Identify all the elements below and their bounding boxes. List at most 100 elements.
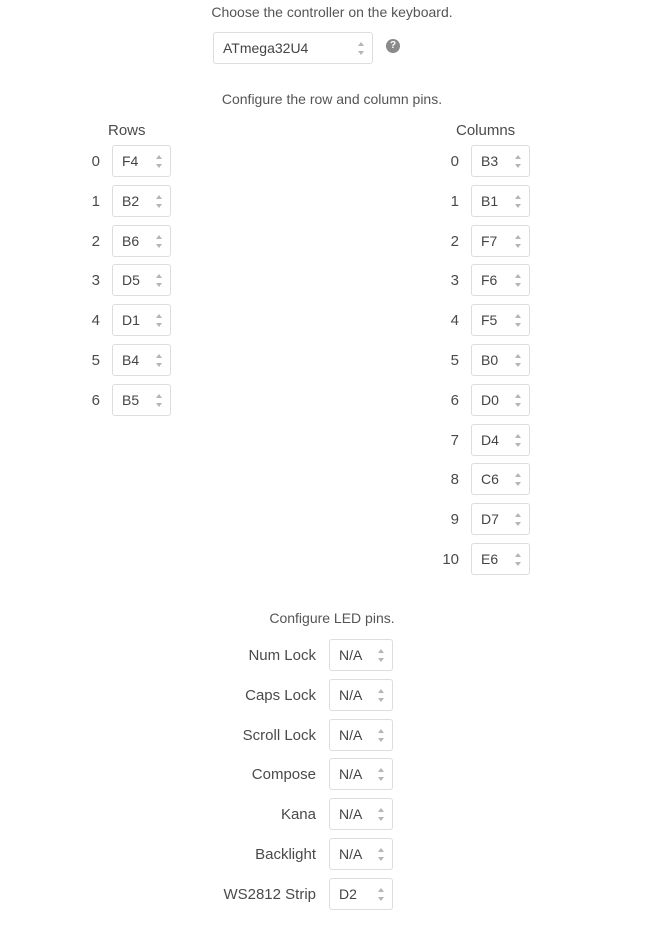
row-pin-select[interactable]: B2 [112,184,171,217]
column-pin-select[interactable]: C6 [471,463,530,496]
columns-heading: Columns [456,122,516,139]
column-pin-select[interactable]: B3 [471,145,530,177]
led-label: Num Lock [248,647,316,664]
led-label: WS2812 Strip [223,885,316,903]
led-pin-select[interactable]: N/A [329,639,393,671]
column-index: 6 [450,391,459,409]
column-pin-value: F5 [481,312,498,329]
column-pin-value: F6 [481,272,498,289]
column-pin-value: D0 [481,391,499,408]
select-arrows-icon [378,887,384,901]
select-arrows-icon [515,274,521,288]
select-arrows-icon [156,314,162,328]
column-index: 3 [450,272,459,290]
column-index: 1 [450,192,459,210]
column-pin-value: F7 [481,232,498,249]
select-arrows-icon [515,433,521,447]
led-pin-value: N/A [339,686,363,703]
select-arrows-icon [378,649,384,662]
column-pin-select[interactable]: B1 [471,184,530,217]
led-pin-select[interactable]: D2 [329,877,393,910]
column-index: 5 [450,352,459,369]
row-pin-value: B2 [122,192,140,209]
column-pin-select[interactable]: B0 [471,344,530,376]
column-pin-value: D7 [481,511,499,528]
rows-heading: Rows [108,122,146,139]
select-arrows-icon [156,274,162,288]
select-arrows-icon [515,194,521,208]
select-arrows-icon [378,688,384,702]
row-pin-select[interactable]: F4 [112,145,171,177]
row-pin-select[interactable]: B4 [112,344,171,376]
column-pin-select[interactable]: F5 [471,304,530,337]
led-pin-select[interactable]: N/A [329,838,393,870]
row-index: 6 [91,391,100,409]
column-pin-value: D4 [481,431,499,448]
select-arrows-icon [378,808,384,822]
column-pin-select[interactable]: F6 [471,264,530,297]
row-index: 0 [91,153,100,170]
row-index: 3 [91,272,100,290]
column-index: 0 [450,153,459,170]
row-pin-select[interactable]: B6 [112,224,171,257]
led-label: Scroll Lock [242,726,316,744]
row-pin-select[interactable]: D1 [112,304,171,337]
column-index: 2 [450,232,459,250]
select-arrows-icon [378,848,384,861]
led-pin-value: D2 [339,885,357,902]
row-pin-value: D5 [122,272,140,289]
controller-select[interactable]: ATmega32U4 [213,32,373,64]
column-pin-select[interactable]: E6 [471,543,530,575]
row-pin-select[interactable]: B5 [112,383,171,416]
select-arrows-icon [156,393,162,407]
select-arrows-icon [515,354,521,367]
row-index: 1 [91,192,100,210]
led-pin-value: N/A [339,726,363,743]
row-index: 5 [91,352,100,369]
select-arrows-icon [515,513,521,527]
column-pin-select[interactable]: D4 [471,423,530,456]
led-pin-value: N/A [339,647,363,663]
column-pin-value: B3 [481,153,499,169]
led-pin-select[interactable]: N/A [329,718,393,751]
led-pin-select[interactable]: N/A [329,798,393,831]
column-index: 9 [450,511,459,529]
help-icon[interactable]: ? [386,39,400,53]
column-pin-value: C6 [481,471,499,488]
led-label: Caps Lock [245,686,316,704]
row-pin-select[interactable]: D5 [112,264,171,297]
pins-caption: Configure the row and column pins. [221,91,443,107]
row-pin-value: B4 [122,352,140,368]
led-pin-select[interactable]: N/A [329,758,393,791]
column-pin-select[interactable]: D0 [471,383,530,416]
led-pin-value: N/A [339,846,363,862]
led-pin-select[interactable]: N/A [329,678,393,711]
row-index: 4 [91,312,100,330]
column-index: 10 [442,551,459,568]
column-index: 7 [450,431,459,449]
select-arrows-icon [515,393,521,407]
column-pin-value: B0 [481,352,499,368]
led-label: Compose [251,766,316,784]
led-label: Backlight [255,846,316,863]
led-pin-value: N/A [339,766,363,783]
column-pin-value: E6 [481,551,499,567]
column-pin-value: B1 [481,192,499,209]
select-arrows-icon [378,728,384,742]
select-arrows-icon [156,234,162,248]
row-pin-value: D1 [122,312,140,329]
leds-caption: Configure LED pins. [269,610,395,626]
column-pin-select[interactable]: D7 [471,503,530,536]
select-arrows-icon [515,234,521,248]
select-arrows-icon [515,553,521,566]
column-pin-select[interactable]: F7 [471,224,530,257]
row-pin-value: B6 [122,232,140,249]
controller-caption: Choose the controller on the keyboard. [211,4,453,20]
row-pin-value: F4 [122,153,139,169]
select-arrows-icon [515,155,521,168]
column-index: 4 [450,312,459,330]
select-arrows-icon [378,768,384,782]
select-arrows-icon [358,42,364,55]
select-arrows-icon [515,314,521,328]
column-index: 8 [450,471,459,489]
